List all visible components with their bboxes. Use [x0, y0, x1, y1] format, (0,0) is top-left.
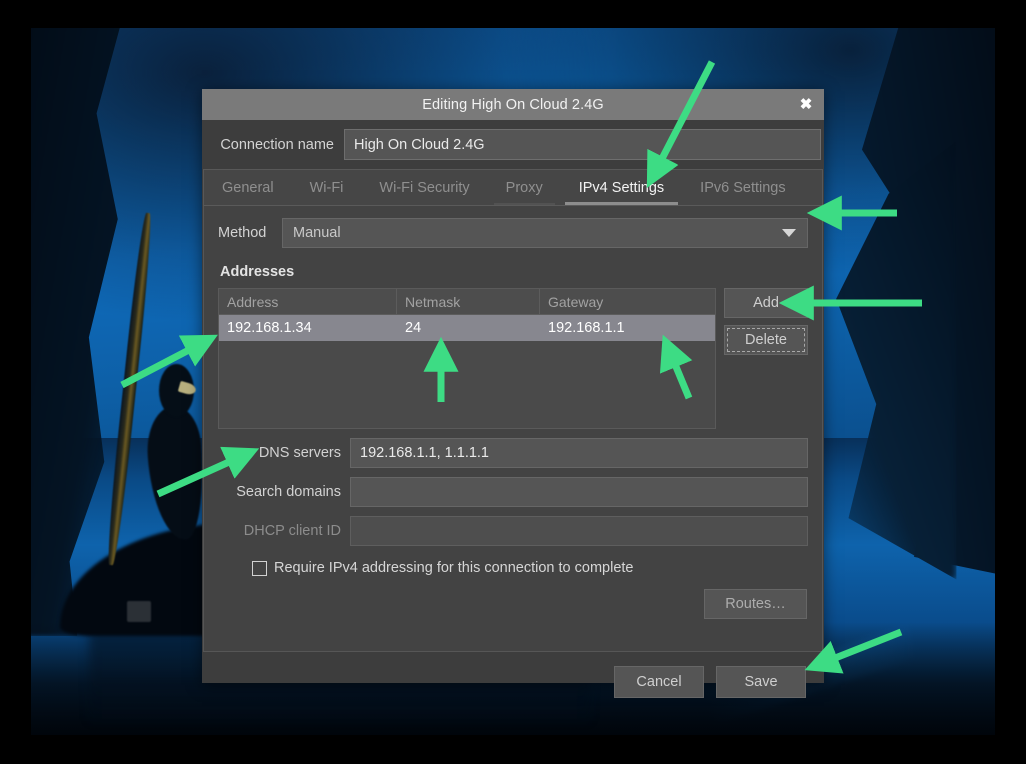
column-header-gateway: Gateway [540, 289, 715, 314]
search-domains-input[interactable] [350, 477, 808, 507]
method-row: Method Manual [218, 218, 808, 248]
column-header-netmask: Netmask [397, 289, 540, 314]
wallpaper-pole-cap [127, 601, 150, 622]
dhcp-client-id-input [350, 516, 808, 546]
search-domains-label: Search domains [218, 484, 350, 500]
add-button[interactable]: Add [724, 288, 808, 318]
tab-wifi-security[interactable]: Wi-Fi Security [361, 170, 487, 205]
cell-netmask[interactable]: 24 [397, 315, 540, 341]
tab-wifi[interactable]: Wi-Fi [292, 170, 362, 205]
tab-ipv6-settings[interactable]: IPv6 Settings [682, 170, 803, 205]
settings-tab-bar: General Wi-Fi Wi-Fi Security Proxy IPv4 … [203, 169, 823, 205]
address-table[interactable]: Address Netmask Gateway 192.168.1.34 24 … [218, 288, 716, 429]
dns-servers-input[interactable] [350, 438, 808, 468]
chevron-down-icon [782, 229, 796, 237]
dialog-titlebar: Editing High On Cloud 2.4G ✖ [202, 89, 824, 120]
cell-gateway[interactable]: 192.168.1.1 [540, 315, 715, 341]
connection-name-row: Connection name [202, 120, 824, 169]
connection-name-label: Connection name [202, 137, 344, 153]
search-domains-row: Search domains [218, 477, 808, 507]
connection-name-input[interactable] [344, 129, 821, 160]
dhcp-client-id-row: DHCP client ID [218, 516, 808, 546]
routes-button[interactable]: Routes… [704, 589, 807, 619]
address-buttons: Add Delete [724, 288, 808, 355]
tab-ipv4-settings[interactable]: IPv4 Settings [561, 170, 682, 205]
require-ipv4-label: Require IPv4 addressing for this connect… [274, 560, 633, 576]
table-row[interactable]: 192.168.1.34 24 192.168.1.1 [219, 315, 715, 341]
cell-address[interactable]: 192.168.1.34 [219, 315, 397, 341]
method-selected-value: Manual [293, 225, 341, 241]
dialog-footer: Cancel Save [202, 652, 824, 698]
ipv4-settings-panel: Method Manual Addresses Address Netmask … [203, 205, 823, 652]
save-button[interactable]: Save [716, 666, 806, 698]
addresses-section-label: Addresses [220, 264, 808, 280]
method-label: Method [218, 225, 282, 241]
dns-servers-row: DNS servers [218, 438, 808, 468]
address-table-empty-area [219, 341, 715, 428]
require-ipv4-row: Require IPv4 addressing for this connect… [252, 560, 808, 576]
address-table-header: Address Netmask Gateway [219, 289, 715, 315]
tab-general[interactable]: General [204, 170, 292, 205]
delete-button[interactable]: Delete [724, 325, 808, 355]
dhcp-client-id-label: DHCP client ID [218, 523, 350, 539]
routes-row: Routes… [218, 589, 808, 619]
require-ipv4-checkbox[interactable] [252, 561, 267, 576]
column-header-address: Address [219, 289, 397, 314]
close-icon[interactable]: ✖ [796, 95, 816, 115]
tab-proxy[interactable]: Proxy [488, 170, 561, 205]
dialog-title: Editing High On Cloud 2.4G [422, 97, 604, 113]
cancel-button[interactable]: Cancel [614, 666, 704, 698]
addresses-area: Address Netmask Gateway 192.168.1.34 24 … [218, 288, 808, 429]
dns-servers-label: DNS servers [218, 445, 350, 461]
method-select[interactable]: Manual [282, 218, 808, 248]
screen-root: Editing High On Cloud 2.4G ✖ Connection … [0, 0, 1026, 764]
edit-connection-dialog: Editing High On Cloud 2.4G ✖ Connection … [202, 89, 824, 683]
